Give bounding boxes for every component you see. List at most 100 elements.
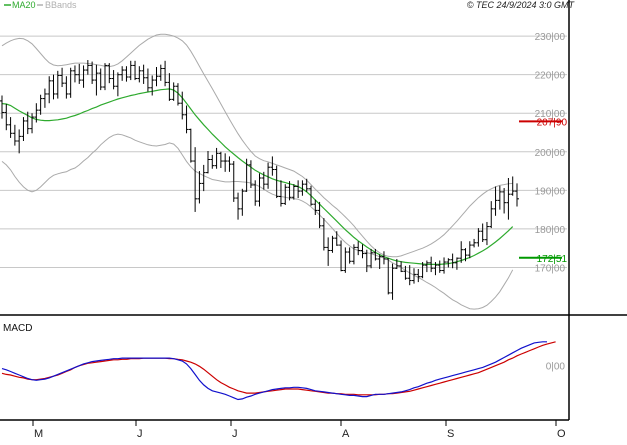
ohlc-bar <box>489 201 494 229</box>
ohlc-bar <box>21 117 26 141</box>
ohlc-bar <box>296 180 301 199</box>
ohlc-bar <box>184 105 189 134</box>
ohlc-bar <box>47 76 52 104</box>
ohlc-bar <box>94 64 99 96</box>
ohlc-bar <box>68 67 73 98</box>
x-tick-label: J <box>137 428 143 440</box>
signal-line <box>1 341 556 396</box>
legend: MA20 BBands <box>4 0 77 10</box>
ohlc-bar <box>145 68 150 92</box>
ohlc-bar <box>326 237 331 266</box>
ohlc-bar <box>51 74 56 100</box>
macd-title: MACD <box>3 323 32 334</box>
ohlc-bar <box>124 66 129 82</box>
x-axis: MJJASO <box>32 420 566 440</box>
x-tick-label: M <box>34 428 43 440</box>
ohlc-bar <box>515 183 519 207</box>
ohlc-bar <box>330 235 335 253</box>
ohlc-bar <box>72 65 77 83</box>
ohlc-bar <box>240 188 245 216</box>
ohlc-bar <box>128 60 133 81</box>
copyright-text: © TEC 24/9/2024 3:0 GMT <box>467 0 576 10</box>
main-grid <box>0 35 567 268</box>
ohlc-bar <box>510 176 515 196</box>
macd-y-tick-label: 0|00 <box>546 362 566 373</box>
ohlc-bar <box>356 241 361 256</box>
ohlc-bar <box>227 156 232 172</box>
ohlc-bar <box>60 67 65 88</box>
ohlc-bar <box>120 66 125 81</box>
ohlc-bar <box>403 265 408 280</box>
ohlc-bar <box>17 129 22 154</box>
bbands-upper-line <box>1 33 513 258</box>
ohlc-bar <box>4 103 9 131</box>
ohlc-bar <box>98 68 103 91</box>
ohlc-bar <box>103 63 107 91</box>
ohlc-bar <box>42 88 47 108</box>
ohlc-bar <box>223 153 228 172</box>
ma20-line <box>1 88 514 265</box>
stock-chart: 170|00 180|00 190|00 200|00 210|00 220|00 230|… <box>0 0 627 440</box>
x-tick-label: J <box>232 428 238 440</box>
ohlc-bar <box>64 76 69 99</box>
ohlc-bar <box>77 63 82 84</box>
ohlc-bar <box>386 258 391 295</box>
ohlc-bar <box>115 72 120 97</box>
ohlc-bar <box>210 154 215 169</box>
ohlc-bar <box>197 171 202 204</box>
ohlc-bar <box>274 165 279 199</box>
y-tick-label: 220|00 <box>535 71 566 82</box>
ohlc-bar <box>163 60 168 87</box>
ohlc-bar <box>369 248 374 269</box>
ohlc-bar <box>193 147 198 212</box>
ohlc-bar <box>8 117 13 138</box>
ohlc-bar <box>339 240 344 272</box>
ohlc-bar <box>351 244 356 265</box>
ohlc-bar <box>321 218 326 251</box>
macd-lines <box>1 341 556 401</box>
bbands-legend-label: BBands <box>45 0 77 10</box>
y-tick-label: 200|00 <box>535 148 566 159</box>
ohlc-bar <box>493 186 498 216</box>
y-tick-label: 170|00 <box>535 263 566 274</box>
ohlc-bar <box>502 188 507 214</box>
x-tick-label: A <box>342 428 350 440</box>
ohlc-bar <box>334 231 339 246</box>
ohlc-bar <box>214 147 219 169</box>
ohlc-bar <box>450 253 455 269</box>
ohlc-bar <box>201 164 206 192</box>
x-tick-label: S <box>447 428 454 440</box>
ohlc-bar <box>188 128 193 163</box>
ohlc-bar <box>85 60 90 75</box>
ohlc-bar <box>407 265 412 286</box>
y-tick-label: 180|00 <box>535 225 566 236</box>
ohlc-bar <box>236 192 241 220</box>
ma20-legend-label: MA20 <box>12 0 36 10</box>
ohlc-bar <box>390 263 395 300</box>
ohlc-bar <box>30 113 35 134</box>
ohlc-bar <box>476 228 481 247</box>
ohlc-bar <box>472 238 477 248</box>
main-y-axis: 170|00180|00190|00200|00210|00220|00230|… <box>535 32 566 274</box>
ohlc-bar <box>111 70 116 90</box>
ohlc-bar <box>90 61 95 84</box>
ohlc-bar <box>309 185 313 206</box>
y-tick-label: 190|00 <box>535 186 566 197</box>
y-tick-label: 230|00 <box>535 32 566 43</box>
bbands-lower-line <box>1 133 514 310</box>
ohlc-bar <box>283 184 288 205</box>
ohlc-bar <box>154 66 159 87</box>
ohlc-bar <box>206 151 210 174</box>
ohlc-bar <box>12 124 17 146</box>
ohlc-bar <box>480 223 485 243</box>
resistance-level-label: 207|90 <box>537 117 568 128</box>
x-tick-label: O <box>557 428 566 440</box>
support-level-label: 172|51 <box>537 254 568 265</box>
ohlc-bar <box>38 94 43 115</box>
ohlc-bar <box>484 221 489 246</box>
ohlc-bar <box>437 260 442 273</box>
chart-canvas: 170|00180|00190|00200|00210|00220|00230|… <box>0 0 627 440</box>
ohlc-bar <box>442 257 447 274</box>
ohlc-bar <box>81 65 86 88</box>
ohlc-bar <box>343 247 348 273</box>
